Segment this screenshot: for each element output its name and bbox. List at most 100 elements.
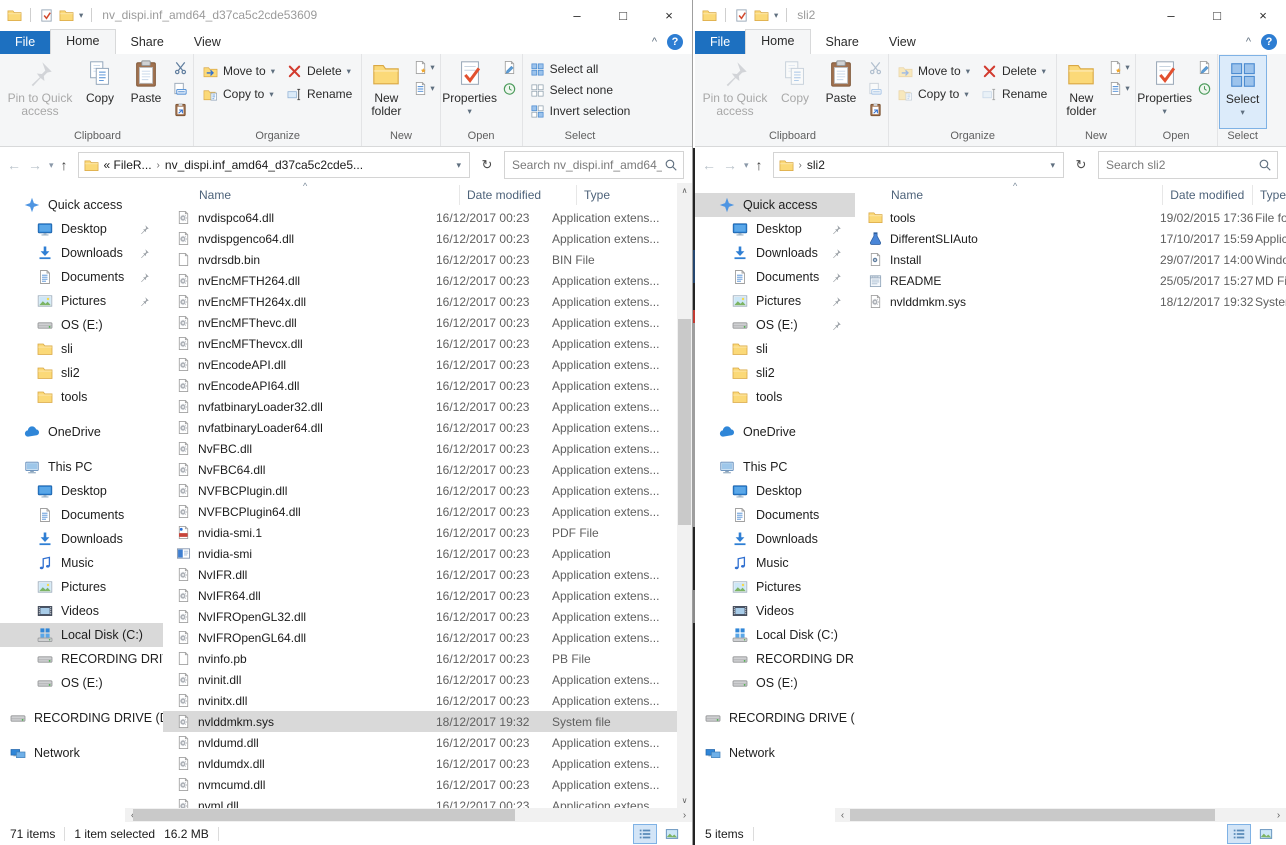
refresh-icon[interactable]: ↻: [475, 152, 499, 178]
history-button[interactable]: [500, 79, 519, 98]
file-row[interactable]: nvinitx.dll16/12/2017 00:23Application e…: [163, 690, 677, 711]
scrollbar-thumb[interactable]: [133, 809, 515, 821]
copy-to-button[interactable]: Copy to▾: [203, 84, 275, 104]
sidebar-item-downloads[interactable]: Downloads: [695, 241, 855, 265]
easy-access-button[interactable]: ▾: [411, 79, 436, 98]
cut-button[interactable]: [171, 58, 190, 77]
sidebar-item-documents[interactable]: Documents: [0, 503, 163, 527]
sidebar-item-downloads[interactable]: Downloads: [0, 241, 163, 265]
edit-button[interactable]: [1195, 58, 1214, 77]
invert-selection-button[interactable]: Invert selection: [530, 101, 631, 121]
tab-home[interactable]: Home: [50, 29, 115, 54]
help-icon[interactable]: ?: [667, 34, 683, 50]
file-row[interactable]: NvIFR64.dll16/12/2017 00:23Application e…: [163, 585, 677, 606]
sidebar-item-onedrive[interactable]: OneDrive: [695, 420, 855, 444]
search-icon[interactable]: [664, 158, 678, 172]
properties-button[interactable]: Properties ▾: [1137, 55, 1193, 129]
file-row[interactable]: nvEncMFTH264x.dll16/12/2017 00:23Applica…: [163, 291, 677, 312]
sidebar-item-local-disk-c[interactable]: Local Disk (C:): [695, 623, 855, 647]
breadcrumb[interactable]: › sli2 ▾: [773, 152, 1064, 178]
sidebar-item-os-e[interactable]: OS (E:): [0, 671, 163, 695]
file-row[interactable]: NvFBC.dll16/12/2017 00:23Application ext…: [163, 438, 677, 459]
up-icon[interactable]: ↑: [756, 157, 763, 173]
collapse-ribbon-icon[interactable]: ^: [1246, 36, 1251, 48]
new-folder-icon[interactable]: [754, 8, 769, 23]
maximize-button[interactable]: □: [1194, 0, 1240, 30]
move-to-button[interactable]: Move to▾: [203, 61, 275, 81]
select-button[interactable]: Select ▾: [1219, 55, 1267, 129]
sidebar-item-recording-drive[interactable]: RECORDING DRIVE: [695, 647, 855, 671]
file-row[interactable]: NvIFROpenGL32.dll16/12/2017 00:23Applica…: [163, 606, 677, 627]
sidebar-item-this-pc[interactable]: This PC: [0, 455, 163, 479]
folder-icon[interactable]: [702, 8, 717, 23]
copy-to-button[interactable]: Copy to▾: [898, 84, 970, 104]
forward-icon[interactable]: →: [723, 157, 737, 173]
column-header-type[interactable]: Type: [1252, 185, 1286, 205]
sidebar-item-recording-drive-d[interactable]: RECORDING DRIVE (D: [695, 706, 855, 730]
file-row[interactable]: nvidia-smi16/12/2017 00:23Application: [163, 543, 677, 564]
tab-home[interactable]: Home: [745, 29, 810, 54]
paste-shortcut-button[interactable]: [171, 100, 190, 119]
file-row[interactable]: NVFBCPlugin.dll16/12/2017 00:23Applicati…: [163, 480, 677, 501]
file-row[interactable]: nvldumdx.dll16/12/2017 00:23Application …: [163, 753, 677, 774]
copy-button[interactable]: Copy: [77, 55, 123, 129]
file-row[interactable]: nvdispgenco64.dll16/12/2017 00:23Applica…: [163, 228, 677, 249]
file-row[interactable]: nvinit.dll16/12/2017 00:23Application ex…: [163, 669, 677, 690]
horizontal-scrollbar[interactable]: ‹ ›: [125, 808, 692, 822]
sidebar-item-recording-drive[interactable]: RECORDING DRIVE: [0, 647, 163, 671]
column-header-date-modified[interactable]: Date modified: [459, 185, 576, 205]
tab-share[interactable]: Share: [116, 31, 179, 54]
sidebar-item-tools[interactable]: tools: [0, 385, 163, 409]
qat-customize-icon[interactable]: ▾: [774, 10, 778, 21]
new-folder-button[interactable]: New folder: [1058, 55, 1104, 129]
paste-button[interactable]: Paste: [123, 55, 169, 129]
sidebar-item-sli[interactable]: sli: [695, 337, 855, 361]
back-icon[interactable]: ←: [702, 157, 716, 173]
sidebar-item-pictures[interactable]: Pictures: [0, 289, 163, 313]
recent-locations-icon[interactable]: ▾: [49, 160, 54, 171]
pin-to-quick-access-button[interactable]: Pin to Quick access: [698, 55, 772, 129]
tab-share[interactable]: Share: [811, 31, 874, 54]
tab-view[interactable]: View: [874, 31, 931, 54]
copy-path-button[interactable]: [866, 79, 885, 98]
edit-button[interactable]: [500, 58, 519, 77]
sidebar-item-network[interactable]: Network: [0, 741, 163, 765]
close-button[interactable]: ×: [646, 0, 692, 30]
sidebar-item-sli2[interactable]: sli2: [695, 361, 855, 385]
folder-icon[interactable]: [7, 8, 22, 23]
sidebar-item-desktop[interactable]: Desktop: [0, 479, 163, 503]
file-row[interactable]: DifferentSLIAuto17/10/2017 15:59Applic: [855, 228, 1286, 249]
sidebar-item-music[interactable]: Music: [0, 551, 163, 575]
collapse-ribbon-icon[interactable]: ^: [652, 36, 657, 48]
sidebar-item-documents[interactable]: Documents: [695, 265, 855, 289]
new-item-button[interactable]: ▾: [411, 58, 436, 77]
select-all-button[interactable]: Select all: [530, 59, 631, 79]
paste-shortcut-button[interactable]: [866, 100, 885, 119]
refresh-icon[interactable]: ↻: [1069, 152, 1093, 178]
thumbnails-view-button[interactable]: [660, 824, 684, 844]
sidebar-item-sli[interactable]: sli: [0, 337, 163, 361]
new-folder-icon[interactable]: [59, 8, 74, 23]
file-row[interactable]: nvmcumd.dll16/12/2017 00:23Application e…: [163, 774, 677, 795]
search-icon[interactable]: [1258, 158, 1272, 172]
sidebar-item-pictures[interactable]: Pictures: [0, 575, 163, 599]
cut-button[interactable]: [866, 58, 885, 77]
history-button[interactable]: [1195, 79, 1214, 98]
maximize-button[interactable]: □: [600, 0, 646, 30]
vertical-scrollbar[interactable]: ∧ ∨: [677, 183, 692, 808]
rename-button[interactable]: Rename: [982, 84, 1047, 104]
sidebar-item-desktop[interactable]: Desktop: [695, 217, 855, 241]
minimize-button[interactable]: –: [554, 0, 600, 30]
sidebar-item-documents[interactable]: Documents: [0, 265, 163, 289]
sidebar-item-music[interactable]: Music: [695, 551, 855, 575]
file-row[interactable]: NVFBCPlugin64.dll16/12/2017 00:23Applica…: [163, 501, 677, 522]
minimize-button[interactable]: –: [1148, 0, 1194, 30]
easy-access-button[interactable]: ▾: [1106, 79, 1131, 98]
sidebar-item-os-e[interactable]: OS (E:): [0, 313, 163, 337]
delete-button[interactable]: Delete▾: [982, 61, 1047, 81]
recent-locations-icon[interactable]: ▾: [744, 160, 749, 171]
sidebar-item-desktop[interactable]: Desktop: [0, 217, 163, 241]
scrollbar-thumb[interactable]: [678, 319, 691, 525]
file-row[interactable]: NvIFROpenGL64.dll16/12/2017 00:23Applica…: [163, 627, 677, 648]
qat-customize-icon[interactable]: ▾: [79, 10, 83, 21]
